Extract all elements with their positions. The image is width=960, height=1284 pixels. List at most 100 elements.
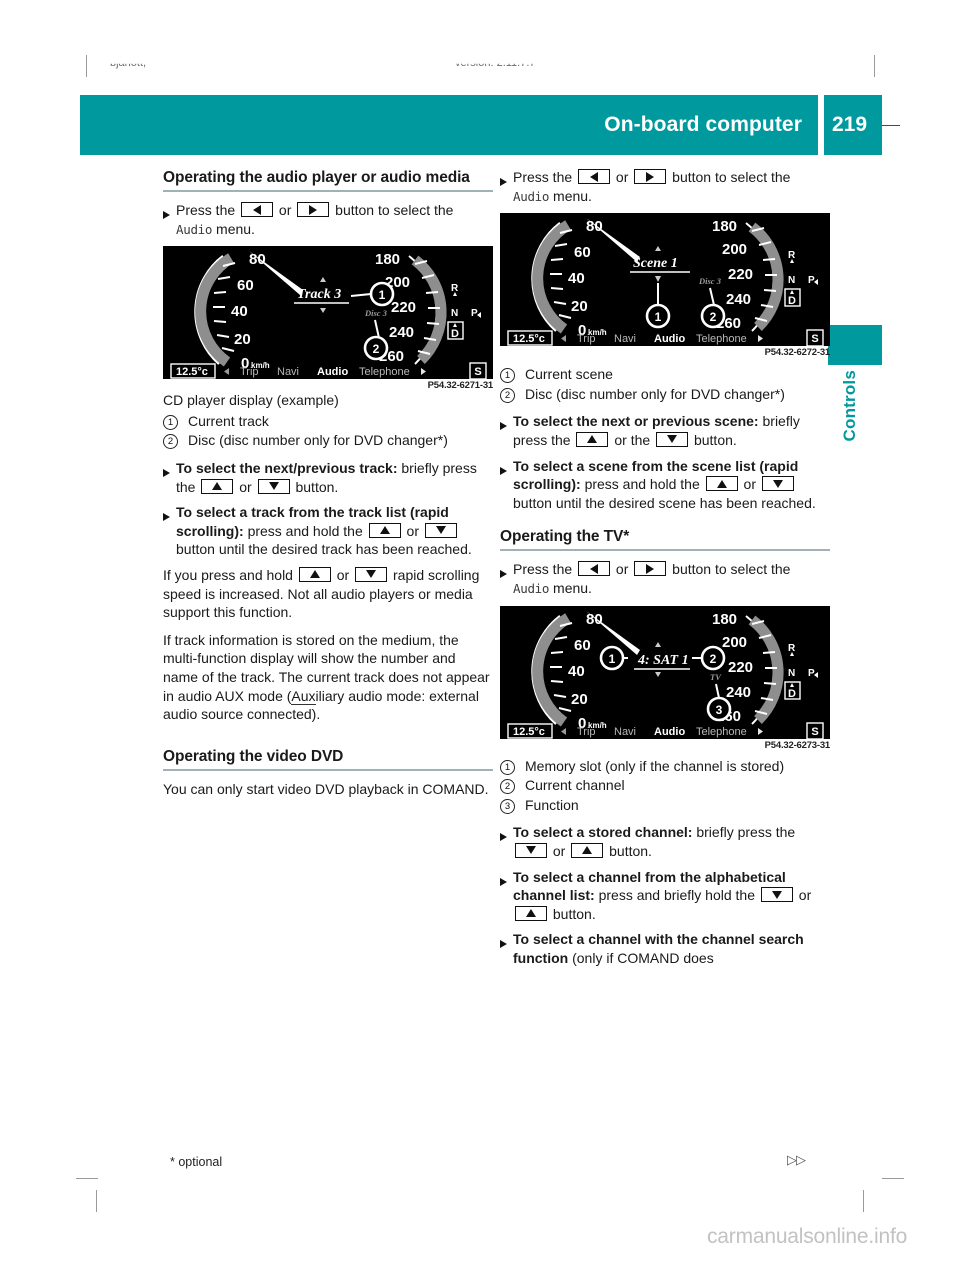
figure-code-cd: P54.32-6271-31 bbox=[427, 380, 494, 392]
bullet-triangle-icon bbox=[500, 823, 513, 860]
left-arrow-key-icon bbox=[578, 561, 611, 577]
bullet-track-list: To select a track from the track list (r… bbox=[163, 503, 493, 559]
svg-text:20: 20 bbox=[571, 298, 588, 315]
page-title: On-board computer bbox=[604, 113, 802, 136]
crop-mark-bottom-left-v bbox=[96, 1190, 97, 1212]
bullet-stored-channel: To select a stored channel: briefly pres… bbox=[500, 823, 830, 860]
svg-text:80: 80 bbox=[586, 611, 603, 628]
figure-cd-player: 80 60 40 20 0 km/h 180 200 220 240 260 T… bbox=[163, 246, 493, 391]
bullet-text: To select a track from the track list (r… bbox=[176, 503, 493, 559]
bullet-text: To select the next or previous scene: br… bbox=[513, 412, 830, 449]
bullet-next-prev-scene: To select the next or previous scene: br… bbox=[500, 412, 830, 449]
callout-text: Current scene bbox=[525, 366, 613, 383]
up-arrow-key-icon bbox=[298, 566, 331, 582]
callout-item: 2 Disc (disc number only for DVD changer… bbox=[500, 385, 830, 404]
bullet-next-prev-track: To select the next/previous track: brief… bbox=[163, 459, 493, 496]
callout-text: Function bbox=[525, 796, 579, 813]
menu-name-audio: Audio bbox=[176, 221, 213, 237]
svg-text:1: 1 bbox=[379, 288, 386, 302]
callout-item: 2 Disc (disc number only for DVD changer… bbox=[163, 431, 493, 450]
bullet-post: button. bbox=[693, 431, 737, 448]
svg-text:200: 200 bbox=[722, 241, 747, 258]
svg-text:Disc 3: Disc 3 bbox=[364, 308, 388, 318]
bullet-triangle-icon bbox=[500, 457, 513, 513]
bullet-post: button. bbox=[609, 842, 652, 859]
callout-text: Current track bbox=[188, 412, 269, 429]
menu-name-audio: Audio bbox=[513, 580, 550, 596]
svg-text:Telephone: Telephone bbox=[696, 726, 747, 738]
svg-text:20: 20 bbox=[234, 331, 251, 348]
bullet-post: button until the desired track has been … bbox=[176, 541, 472, 558]
press-mid: or bbox=[278, 202, 292, 218]
bullet-pre: press and hold the bbox=[247, 522, 363, 539]
crop-mark-top-right bbox=[874, 55, 875, 77]
callout-number-badge: 2 bbox=[500, 776, 525, 795]
svg-text:Navi: Navi bbox=[614, 726, 636, 738]
press-pre: Press the bbox=[176, 202, 236, 218]
chapter-tab bbox=[828, 325, 882, 365]
svg-text:80: 80 bbox=[586, 218, 603, 235]
callout-number-badge: 1 bbox=[500, 757, 525, 776]
callout-text: Memory slot (only if the channel is stor… bbox=[525, 757, 785, 774]
crop-mark-top-left bbox=[86, 55, 87, 77]
watermark: carmanualsonline.info bbox=[707, 1225, 908, 1248]
callout-item: 1 Current scene bbox=[500, 365, 830, 384]
svg-text:Navi: Navi bbox=[277, 366, 299, 378]
manual-page: bjanott, version: 2.11.7.7 On-board comp… bbox=[0, 0, 960, 1284]
svg-text:180: 180 bbox=[712, 218, 737, 235]
page-number-box: 219 bbox=[824, 95, 882, 155]
svg-text:1: 1 bbox=[609, 652, 616, 666]
bullet-lead: To select the next or previous scene: bbox=[513, 413, 759, 430]
svg-text:Audio: Audio bbox=[654, 333, 685, 345]
bullet-press-audio-right: Press the or button to select the Audio … bbox=[500, 168, 830, 206]
section-title-tv: Operating the TV* bbox=[500, 528, 630, 546]
callout-number-badge: 2 bbox=[163, 431, 188, 450]
press-mid: or bbox=[615, 561, 629, 578]
section-rule bbox=[163, 768, 493, 771]
up-arrow-key-icon bbox=[705, 476, 738, 492]
svg-text:Track 3: Track 3 bbox=[297, 287, 341, 302]
press-post: button to select the bbox=[672, 169, 791, 185]
callout-item: 1 Current track bbox=[163, 412, 493, 431]
bullet-scene-list: To select a scene from the scene list (r… bbox=[500, 457, 830, 513]
right-arrow-key-icon bbox=[634, 169, 667, 184]
svg-text:220: 220 bbox=[728, 659, 753, 676]
menu-name-audio: Audio bbox=[513, 188, 550, 204]
up-arrow-key-icon bbox=[571, 842, 604, 858]
svg-text:N: N bbox=[788, 668, 795, 679]
svg-text:Telephone: Telephone bbox=[696, 333, 747, 345]
bullet-lead: To select the next/previous track: bbox=[176, 459, 398, 476]
svg-text:12.5°c: 12.5°c bbox=[513, 333, 545, 345]
figure-scene: 80 60 40 20 0 km/h 180 200 220 240 260 S… bbox=[500, 213, 830, 358]
down-arrow-key-icon bbox=[760, 887, 793, 903]
instrument-cluster-cd: 80 60 40 20 0 km/h 180 200 220 240 260 T… bbox=[163, 246, 493, 380]
svg-text:4: SAT 1: 4: SAT 1 bbox=[637, 653, 689, 668]
crop-mark-bottom-right-h bbox=[882, 1178, 904, 1179]
bullet-text: To select a scene from the scene list (r… bbox=[513, 457, 830, 513]
svg-text:40: 40 bbox=[568, 663, 585, 680]
left-column: Operating the audio player or audio medi… bbox=[163, 168, 493, 807]
svg-text:N: N bbox=[451, 308, 458, 319]
bullet-triangle-icon bbox=[500, 168, 513, 206]
svg-text:180: 180 bbox=[712, 611, 737, 628]
svg-text:Navi: Navi bbox=[614, 333, 636, 345]
down-arrow-key-icon bbox=[424, 522, 457, 538]
bullet-lead: To select a stored channel: bbox=[513, 824, 693, 841]
header-band: On-board computer bbox=[80, 95, 818, 155]
svg-text:12.5°c: 12.5°c bbox=[176, 366, 208, 378]
bullet-mid: or the bbox=[614, 431, 651, 448]
section-rule bbox=[163, 190, 493, 192]
bullet-mid: or bbox=[406, 522, 419, 539]
bullet-alphabetical-channel-list: To select a channel from the alphabetica… bbox=[500, 868, 830, 924]
svg-text:D: D bbox=[788, 295, 796, 307]
bullet-triangle-icon bbox=[500, 930, 513, 967]
svg-text:220: 220 bbox=[728, 266, 753, 283]
bullet-pre: press and briefly hold the bbox=[598, 887, 756, 904]
page-number: 219 bbox=[832, 113, 868, 136]
svg-text:P: P bbox=[471, 308, 478, 319]
down-arrow-key-icon bbox=[656, 431, 689, 447]
svg-text:Scene 1: Scene 1 bbox=[633, 256, 678, 271]
up-arrow-key-icon bbox=[201, 478, 234, 494]
paragraph-rapid-scroll: If you press and hold or rapid scrolling… bbox=[163, 566, 493, 622]
instrument-cluster-scene: 80 60 40 20 0 km/h 180 200 220 240 260 S… bbox=[500, 213, 830, 347]
